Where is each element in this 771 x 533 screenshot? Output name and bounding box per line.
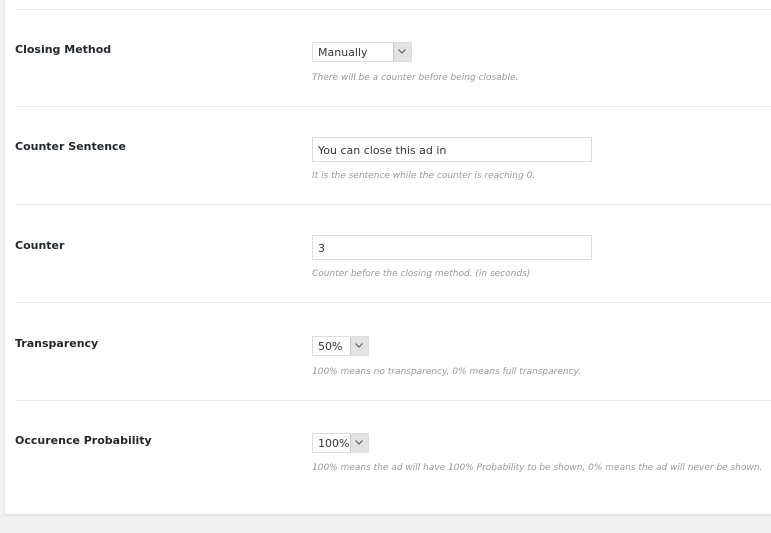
chevron-down-icon[interactable] [350, 337, 368, 355]
counter-input[interactable]: 3 [312, 235, 592, 260]
divider [15, 204, 771, 205]
setting-description: Counter before the closing method. (in s… [312, 269, 531, 279]
input-value: 3 [318, 242, 325, 255]
chevron-down-icon[interactable] [350, 434, 368, 452]
setting-description: There will be a counter before being clo… [312, 73, 519, 83]
divider [15, 302, 771, 303]
setting-label: Closing Method [15, 43, 112, 56]
select-value: Manually [318, 46, 368, 59]
transparency-select[interactable]: 50% [312, 336, 369, 356]
setting-description: 100% means no transparency, 0% means ful… [312, 367, 582, 377]
divider [15, 106, 771, 107]
setting-description: It is the sentence while the counter is … [312, 171, 536, 181]
setting-label: Counter Sentence [15, 140, 127, 153]
setting-label: Transparency [15, 337, 99, 350]
setting-label: Counter [15, 239, 65, 252]
settings-panel: Closing Method Manually There will be a … [4, 0, 771, 515]
select-value: 100% [318, 437, 350, 450]
occurence-probability-select[interactable]: 100% [312, 433, 369, 453]
divider [15, 9, 771, 10]
divider [15, 400, 771, 401]
select-value: 50% [318, 340, 343, 353]
input-value: You can close this ad in [318, 144, 447, 157]
chevron-down-icon[interactable] [393, 43, 411, 61]
closing-method-select[interactable]: Manually [312, 42, 412, 62]
setting-description: 100% means the ad will have 100% Probabi… [312, 463, 763, 473]
counter-sentence-input[interactable]: You can close this ad in [312, 137, 592, 162]
setting-label: Occurence Probability [15, 434, 152, 447]
